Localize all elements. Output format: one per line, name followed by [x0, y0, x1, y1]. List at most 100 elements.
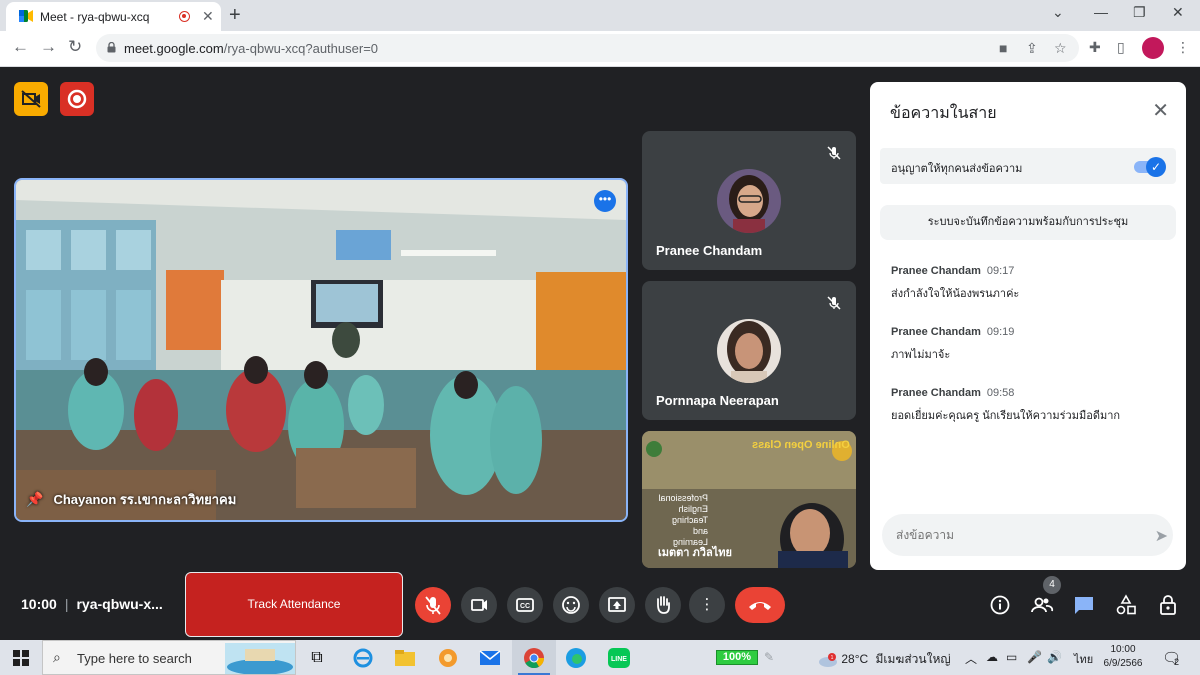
- taskbar-search-box[interactable]: ⌕ Type here to search: [42, 640, 296, 675]
- participant-tile[interactable]: Pranee Chandam: [642, 131, 856, 270]
- close-icon[interactable]: ✕: [1152, 98, 1169, 123]
- file-explorer-icon[interactable]: [393, 646, 417, 670]
- message-header: Pranee Chandam 09:58: [891, 387, 1171, 399]
- task-view-icon[interactable]: ⧉: [305, 646, 329, 670]
- close-window-button[interactable]: ✕: [1172, 4, 1184, 21]
- mail-icon[interactable]: [478, 646, 502, 670]
- slide-text-line: Teaching: [671, 515, 708, 525]
- allow-messages-toggle[interactable]: ✓: [1134, 157, 1166, 177]
- slide-text-line: Professional: [658, 493, 708, 503]
- address-bar[interactable]: meet.google.com/rya-qbwu-xcq?authuser=0 …: [96, 34, 1079, 62]
- extensions-icon[interactable]: ✚: [1089, 39, 1101, 56]
- recording-indicator-icon: [179, 11, 190, 22]
- leave-call-button[interactable]: [735, 587, 785, 623]
- side-panel-icon[interactable]: ▯: [1117, 39, 1125, 56]
- participant-tile[interactable]: Pornnapa Neerapan: [642, 281, 856, 420]
- line-app-icon[interactable]: LINE: [607, 646, 631, 670]
- camera-toggle-button[interactable]: [461, 587, 497, 623]
- meeting-code: rya-qbwu-x...: [76, 596, 163, 612]
- message-sender: Pranee Chandam: [891, 265, 981, 277]
- mic-off-icon: [827, 296, 841, 310]
- captions-button[interactable]: CC: [507, 587, 543, 623]
- browser-toolbar: ← → ↻ meet.google.com/rya-qbwu-xcq?authu…: [0, 31, 1200, 67]
- send-icon[interactable]: ➤: [1155, 526, 1168, 546]
- back-button[interactable]: ←: [12, 37, 29, 57]
- internet-explorer-icon[interactable]: [351, 646, 375, 670]
- camera-in-use-icon[interactable]: ■: [999, 40, 1007, 56]
- chat-message: Pranee Chandam 09:17 ส่งกำลังใจให้น้องพรน…: [891, 265, 1171, 302]
- raise-hand-button[interactable]: [645, 587, 681, 623]
- chat-message: Pranee Chandam 09:58 ยอดเยี่ยมค่ะคุณครู น…: [891, 387, 1171, 424]
- search-highlight-image: [225, 643, 295, 674]
- url-path: /rya-qbwu-xcq?authuser=0: [223, 41, 379, 56]
- microphone-icon[interactable]: 🎤: [1027, 650, 1042, 664]
- bookmark-star-icon[interactable]: ☆: [1054, 40, 1067, 57]
- more-options-button[interactable]: ⋮: [689, 587, 725, 623]
- chat-message-input[interactable]: [882, 514, 1173, 556]
- clock-date: 6/9/2566: [1103, 658, 1143, 669]
- chrome-menu-icon[interactable]: ⋮: [1176, 39, 1190, 56]
- mic-off-icon: [827, 146, 841, 160]
- url-text: meet.google.com/rya-qbwu-xcq?authuser=0: [124, 41, 378, 56]
- present-screen-button[interactable]: [599, 587, 635, 623]
- reload-button[interactable]: ↻: [68, 37, 82, 57]
- search-placeholder: Type here to search: [77, 651, 192, 666]
- weather-widget[interactable]: 1 28°C มีเมฆส่วนใหญ่: [818, 650, 951, 669]
- track-attendance-button[interactable]: Track Attendance: [185, 572, 403, 637]
- chat-panel: ข้อความในสาย ✕ อนุญาตให้ทุกคนส่งข้อความ …: [870, 82, 1186, 570]
- message-sender: Pranee Chandam: [891, 387, 981, 399]
- new-tab-button[interactable]: +: [229, 4, 241, 27]
- record-icon: [67, 89, 87, 109]
- windows-taskbar: ⌕ Type here to search ⧉ LINE 100% ✎ 1 28…: [0, 640, 1200, 675]
- system-clock[interactable]: 10:00 6/9/2566: [1098, 643, 1148, 671]
- volume-icon[interactable]: 🔊: [1047, 650, 1062, 664]
- close-tab-icon[interactable]: ✕: [202, 8, 214, 25]
- show-hidden-icons-chevron-icon[interactable]: ︿: [965, 650, 977, 667]
- profile-avatar[interactable]: [1142, 37, 1164, 59]
- info-icon: [990, 595, 1010, 615]
- people-button[interactable]: [1029, 592, 1055, 618]
- restore-window-button[interactable]: ❐: [1133, 4, 1146, 21]
- notification-count: 2: [1174, 657, 1180, 667]
- host-controls-badge-icon[interactable]: [14, 82, 48, 116]
- battery-icon[interactable]: ▭: [1006, 650, 1017, 664]
- meeting-details: 10:00 | rya-qbwu-x...: [21, 596, 163, 612]
- meeting-time: 10:00: [21, 596, 57, 612]
- message-time: 09:19: [986, 326, 1015, 338]
- windows-start-icon[interactable]: [13, 650, 29, 666]
- message-text: ภาพไม่มาจ้ะ: [891, 349, 951, 361]
- browser-tab[interactable]: Meet - rya-qbwu-xcq ✕: [6, 2, 221, 31]
- meeting-details-button[interactable]: [987, 592, 1013, 618]
- slide-text-line: and: [692, 526, 708, 536]
- host-controls-button[interactable]: [1155, 592, 1181, 618]
- present-icon: [608, 597, 626, 612]
- recording-badge-icon[interactable]: [60, 82, 94, 116]
- reactions-button[interactable]: [553, 587, 589, 623]
- photos-app-icon[interactable]: [436, 646, 460, 670]
- minimize-window-button[interactable]: —: [1094, 4, 1108, 20]
- mic-toggle-button[interactable]: [415, 587, 451, 623]
- onedrive-icon[interactable]: ☁: [986, 650, 998, 664]
- slide-text-line: English: [678, 504, 708, 514]
- cloud-icon: 1: [819, 652, 837, 667]
- separator: |: [64, 596, 69, 612]
- forward-button[interactable]: →: [40, 37, 57, 57]
- chat-button[interactable]: [1071, 592, 1097, 618]
- tab-search-chevron-icon[interactable]: ⌄: [1052, 4, 1064, 21]
- pinned-name-label: 📌 Chayanon รร.เขากะลาวิทยาคม: [26, 489, 236, 510]
- chat-message: Pranee Chandam 09:19 ภาพไม่มาจ้ะ: [891, 326, 1171, 363]
- share-icon[interactable]: ⇪: [1026, 40, 1038, 57]
- chrome-taskbar-button[interactable]: [512, 640, 556, 675]
- tile-options-button[interactable]: •••: [594, 190, 616, 212]
- slide-banner: Online Open Class: [752, 439, 850, 451]
- presentation-tile[interactable]: Online Open Class Professional English T…: [642, 431, 856, 568]
- input-language[interactable]: ไทย: [1074, 650, 1093, 668]
- pinned-participant-tile[interactable]: ••• 📌 Chayanon รร.เขากะลาวิทยาคม: [14, 178, 628, 522]
- activities-button[interactable]: [1113, 592, 1139, 618]
- classroom-video-feed: [16, 180, 626, 520]
- message-header: Pranee Chandam 09:19: [891, 326, 1171, 338]
- recording-notice: ระบบจะบันทึกข้อความพร้อมกับการประชุม: [880, 205, 1176, 240]
- pen-icon[interactable]: ✎: [764, 650, 774, 664]
- pin-icon[interactable]: 📌: [26, 491, 43, 508]
- edge-icon[interactable]: [564, 646, 588, 670]
